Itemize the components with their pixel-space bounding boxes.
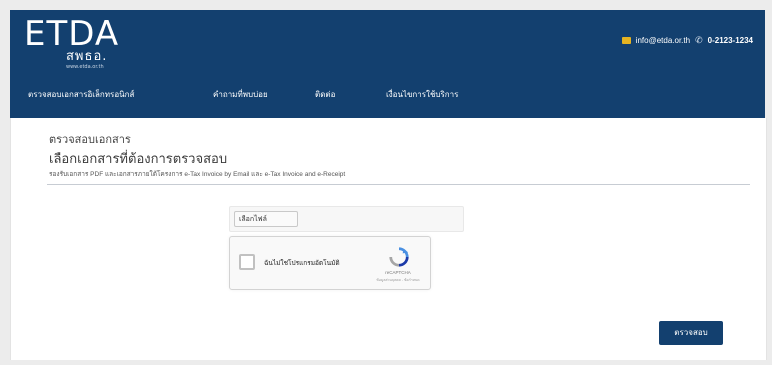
choose-file-button[interactable]: เลือกไฟล์	[234, 211, 298, 227]
phone-icon: ✆	[695, 35, 703, 45]
page-title: ตรวจสอบเอกสาร	[49, 133, 131, 146]
section-divider	[47, 184, 750, 185]
verify-panel: ตรวจสอบเอกสาร เลือกเอกสารที่ต้องการตรวจส…	[10, 118, 767, 360]
contact-email[interactable]: info@etda.or.th	[636, 36, 690, 45]
main-nav: ตรวจสอบเอกสารอิเล็กทรอนิกส์ คำถามที่พบบ่…	[10, 88, 765, 106]
nav-item-verify[interactable]: ตรวจสอบเอกสารอิเล็กทรอนิกส์	[28, 88, 134, 101]
logo-text: ETDA	[24, 14, 120, 54]
recaptcha-links[interactable]: ข้อมูลส่วนบุคคล - ข้อกำหนด	[370, 277, 426, 283]
page-description: รองรับเอกสาร PDF และเอกสารภายใต้โครงการ …	[49, 171, 346, 178]
site-header: ETDA สพธอ. www.etda.or.th info@etda.or.t…	[10, 10, 765, 118]
nav-item-terms[interactable]: เงื่อนไขการใช้บริการ	[386, 88, 458, 101]
recaptcha-widget: ฉันไม่ใช่โปรแกรมอัตโนมัติ reCAPTCHA ข้อม…	[229, 236, 431, 290]
contact-info: info@etda.or.th ✆ 0-2123-1234	[621, 35, 753, 46]
logo-subtext: สพธอ.	[66, 49, 108, 64]
contact-phone[interactable]: 0-2123-1234	[708, 36, 753, 45]
nav-item-faq[interactable]: คำถามที่พบบ่อย	[213, 88, 268, 101]
recaptcha-checkbox[interactable]	[239, 254, 255, 270]
page-subtitle: เลือกเอกสารที่ต้องการตรวจสอบ	[49, 152, 228, 167]
logo-url: www.etda.or.th	[66, 64, 104, 70]
recaptcha-label: ฉันไม่ใช่โปรแกรมอัตโนมัติ	[264, 260, 340, 267]
nav-item-contact[interactable]: ติดต่อ	[315, 88, 335, 101]
etda-logo[interactable]: ETDA สพธอ. www.etda.or.th	[24, 16, 134, 74]
mail-icon	[621, 37, 631, 44]
recaptcha-brand: reCAPTCHA	[385, 270, 411, 275]
verify-button[interactable]: ตรวจสอบ	[659, 321, 723, 345]
recaptcha-icon	[389, 247, 409, 267]
file-input-field[interactable]: เลือกไฟล์	[229, 206, 464, 232]
